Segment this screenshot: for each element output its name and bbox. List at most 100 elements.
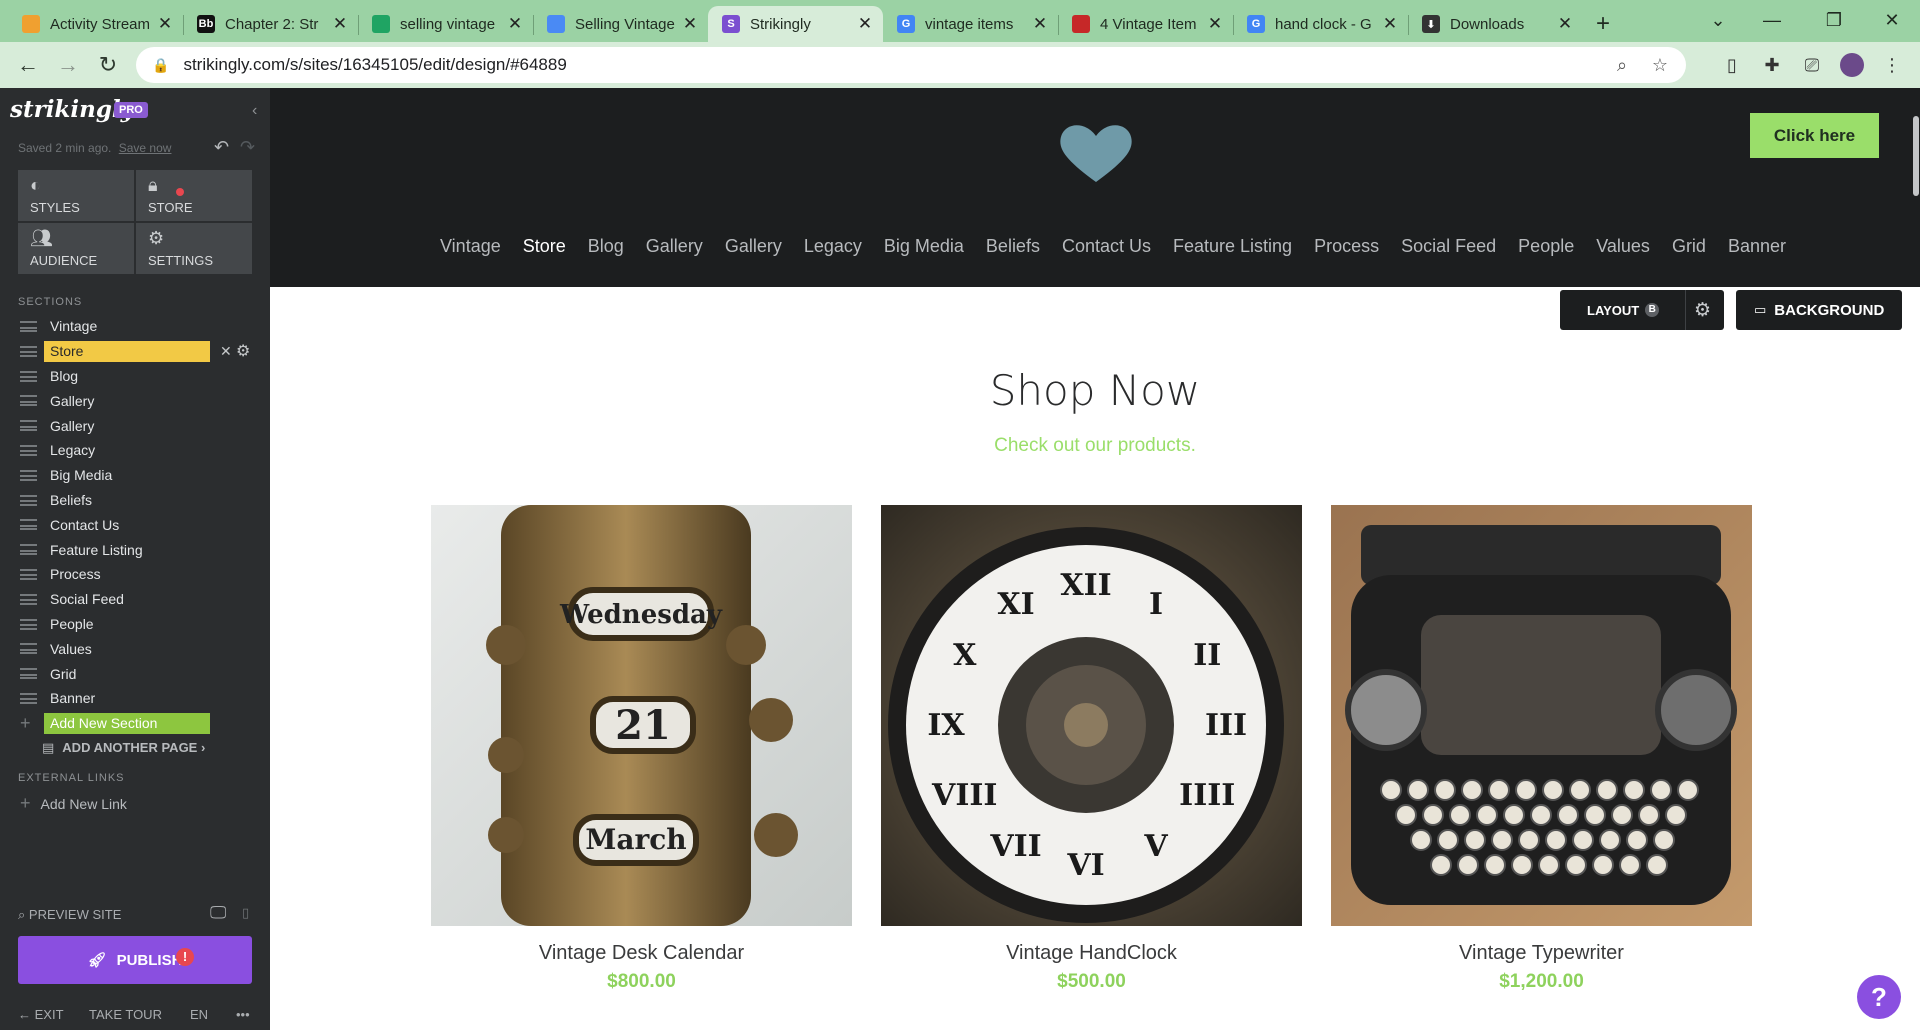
nav-item[interactable]: Grid [1672,236,1706,257]
drag-handle-icon[interactable] [20,420,37,432]
tab-close-icon[interactable]: ✕ [682,14,698,34]
product-name[interactable]: Vintage Desk Calendar [431,942,852,965]
section-row[interactable]: Values [0,636,270,661]
tab-search-icon[interactable]: ⌄ [1690,0,1746,40]
drag-handle-icon[interactable] [20,444,37,456]
styles-button[interactable]: ◐ STYLES [18,170,134,221]
section-row[interactable]: Contact Us [0,512,270,537]
tab-close-icon[interactable]: ✕ [1032,14,1048,34]
canvas-scrollbar[interactable] [1913,116,1919,196]
browser-tab[interactable]: Ghand clock - G ✕ [1233,6,1408,42]
section-row[interactable]: Gallery [0,413,270,438]
settings-button[interactable]: ⚙ SETTINGS [136,223,252,274]
click-here-button[interactable]: Click here [1750,113,1879,158]
drag-handle-icon[interactable] [20,321,37,332]
section-row[interactable]: Process [0,562,270,587]
drag-handle-icon[interactable] [20,494,37,506]
product-card[interactable]: Wednesday 21 March Vintage Desk Calendar… [431,505,852,993]
product-name[interactable]: Vintage Typewriter [1331,942,1752,965]
mobile-preview-icon[interactable]: ▯ [242,905,249,921]
section-row[interactable]: Grid [0,661,270,686]
product-image-hand-clock[interactable]: XII I II III IIII V VI VII VIII IX X XI [881,505,1302,926]
save-now-link[interactable]: Save now [119,141,172,155]
tab-close-icon[interactable]: ✕ [1207,14,1223,34]
section-settings-gear-icon[interactable]: ⚙ [1694,299,1711,322]
profile-avatar[interactable] [1834,47,1870,83]
drag-handle-icon[interactable] [20,345,37,357]
nav-item[interactable]: Gallery [725,236,782,257]
collapse-sidebar-icon[interactable]: ‹ [252,102,257,120]
nav-item[interactable]: Legacy [804,236,862,257]
audience-button[interactable]: 👥︎ AUDIENCE [18,223,134,274]
drag-handle-icon[interactable] [20,519,37,531]
redo-icon[interactable]: ↷ [240,137,255,158]
drag-handle-icon[interactable] [20,544,37,556]
drag-handle-icon[interactable] [20,692,37,704]
reload-button[interactable]: ↻ [88,47,128,83]
drag-handle-icon[interactable] [20,618,37,630]
add-new-section-button[interactable]: + Add New Section [0,711,270,736]
reading-mode-icon[interactable]: ▯ [1714,47,1750,83]
browser-tab[interactable]: 4 Vintage Item ✕ [1058,6,1233,42]
browser-tab[interactable]: Activity Stream ✕ [8,6,183,42]
extensions-icon[interactable]: ✚ [1754,47,1790,83]
section-row[interactable]: Store ✕ ⚙ [0,339,270,364]
browser-tab[interactable]: Selling Vintage ✕ [533,6,708,42]
nav-item[interactable]: Beliefs [986,236,1040,257]
language-selector[interactable]: EN [190,1007,208,1022]
tab-close-icon[interactable]: ✕ [332,14,348,34]
drag-handle-icon[interactable] [20,593,37,605]
exit-button[interactable]: ← EXIT [18,1007,64,1022]
section-settings-icon[interactable]: ⚙ [236,341,250,361]
help-button[interactable]: ? [1857,975,1901,1019]
close-window-button[interactable]: ✕ [1864,0,1920,40]
section-row[interactable]: Beliefs [0,488,270,513]
nav-item[interactable]: Social Feed [1401,236,1496,257]
more-options-icon[interactable]: ••• [236,1007,250,1022]
drag-handle-icon[interactable] [20,469,37,481]
new-tab-button[interactable]: + [1583,6,1623,42]
drag-handle-icon[interactable] [20,643,37,655]
delete-section-icon[interactable]: ✕ [220,343,232,360]
restore-button[interactable]: ❐ [1806,0,1862,40]
section-row[interactable]: People [0,612,270,637]
product-card[interactable]: XII I II III IIII V VI VII VIII IX X XI Vintage Han… [881,505,1302,993]
add-new-link-button[interactable]: + Add New Link [20,793,127,814]
publish-button[interactable]: 🚀︎ PUBLISH ! [18,936,252,984]
section-row[interactable]: Social Feed [0,587,270,612]
desktop-preview-icon[interactable]: 🖵︎ [210,903,226,923]
tab-close-icon[interactable]: ✕ [1382,14,1398,34]
browser-tab[interactable]: S Strikingly ✕ [708,6,883,42]
nav-item[interactable]: Store [523,236,566,257]
zoom-icon[interactable]: ⌕ [1604,47,1640,83]
minimize-button[interactable]: — [1744,0,1800,40]
tab-close-icon[interactable]: ✕ [1557,14,1573,34]
take-tour-button[interactable]: TAKE TOUR [89,1007,162,1022]
section-row[interactable]: Vintage [0,314,270,339]
cast-icon[interactable]: ⎚ [1794,47,1830,83]
section-subtitle[interactable]: Check out our products. [270,435,1920,457]
tab-close-icon[interactable]: ✕ [507,14,523,34]
forward-button[interactable]: → [48,47,88,83]
nav-item[interactable]: Values [1596,236,1650,257]
product-card[interactable]: Vintage Typewriter $1,200.00 [1331,505,1752,993]
tab-close-icon[interactable]: ✕ [157,14,173,34]
product-image-desk-calendar[interactable]: Wednesday 21 March [431,505,852,926]
section-row[interactable]: Big Media [0,463,270,488]
section-row[interactable]: Blog [0,364,270,389]
browser-tab[interactable]: ⬇ Downloads ✕ [1408,6,1583,42]
drag-handle-icon[interactable] [20,370,37,382]
nav-item[interactable]: Contact Us [1062,236,1151,257]
nav-item[interactable]: Gallery [646,236,703,257]
section-row[interactable]: Legacy [0,438,270,463]
store-button[interactable]: 🔒︎ STORE [136,170,252,221]
product-image-typewriter[interactable] [1331,505,1752,926]
browser-tab[interactable]: Gvintage items ✕ [883,6,1058,42]
tab-close-icon[interactable]: ✕ [857,14,873,34]
nav-item[interactable]: Feature Listing [1173,236,1292,257]
add-another-page-button[interactable]: ▤ ADD ANOTHER PAGE › [42,740,205,756]
nav-item[interactable]: Blog [588,236,624,257]
nav-item[interactable]: Vintage [440,236,501,257]
nav-item[interactable]: People [1518,236,1574,257]
nav-item[interactable]: Process [1314,236,1379,257]
